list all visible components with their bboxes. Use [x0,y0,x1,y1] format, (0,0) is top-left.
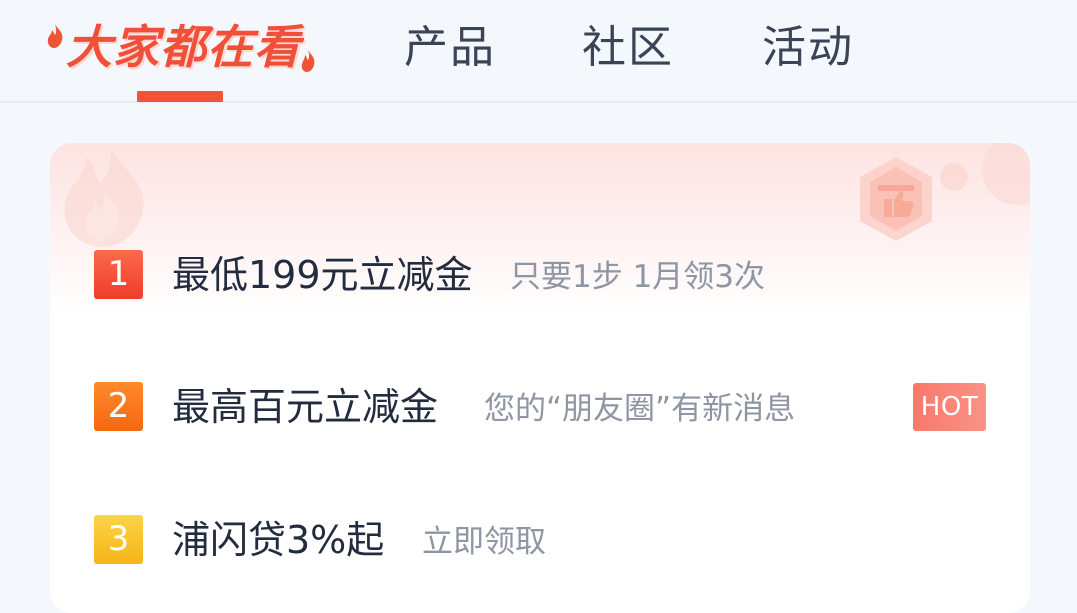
thumbs-up-badge-icon [860,157,932,241]
decorative-dot [940,163,968,191]
tab-label-everyone-watching: 大家都在看 [66,20,301,74]
item-title: 最高百元立减金 [172,385,439,429]
list-item[interactable]: 3 浦闪贷3%起 立即领取 [50,510,1030,570]
list-item[interactable]: 1 最低199元立减金 只要1步 1月领3次 [50,245,1030,305]
item-subtitle: 立即领取 [422,524,546,560]
flame-decoration-icon [64,148,144,248]
list-item[interactable]: 2 最高百元立减金 您的“朋友圈”有新消息 HOT [50,377,1030,437]
decorative-circle [982,143,1030,205]
item-title: 最低199元立减金 [172,253,473,297]
flame-icon [301,50,315,72]
item-title: 浦闪贷3%起 [172,518,385,562]
rank-badge: 2 [94,382,143,431]
rank-badge: 3 [94,515,143,564]
tab-activities[interactable]: 活动 [762,18,854,78]
hot-list-card: 1 最低199元立减金 只要1步 1月领3次 2 最高百元立减金 您的“朋友圈”… [50,143,1030,613]
hot-badge: HOT [913,383,986,431]
tab-products[interactable]: 产品 [404,18,496,78]
tab-community[interactable]: 社区 [582,18,674,78]
flame-icon [47,24,63,48]
top-navigation: 大家都在看 产品 社区 活动 [0,0,1077,103]
tab-everyone-watching[interactable]: 大家都在看 [40,14,330,84]
item-subtitle: 只要1步 1月领3次 [510,259,766,295]
item-subtitle: 您的“朋友圈”有新消息 [484,391,796,427]
active-tab-indicator [137,91,223,102]
rank-badge: 1 [94,250,143,299]
